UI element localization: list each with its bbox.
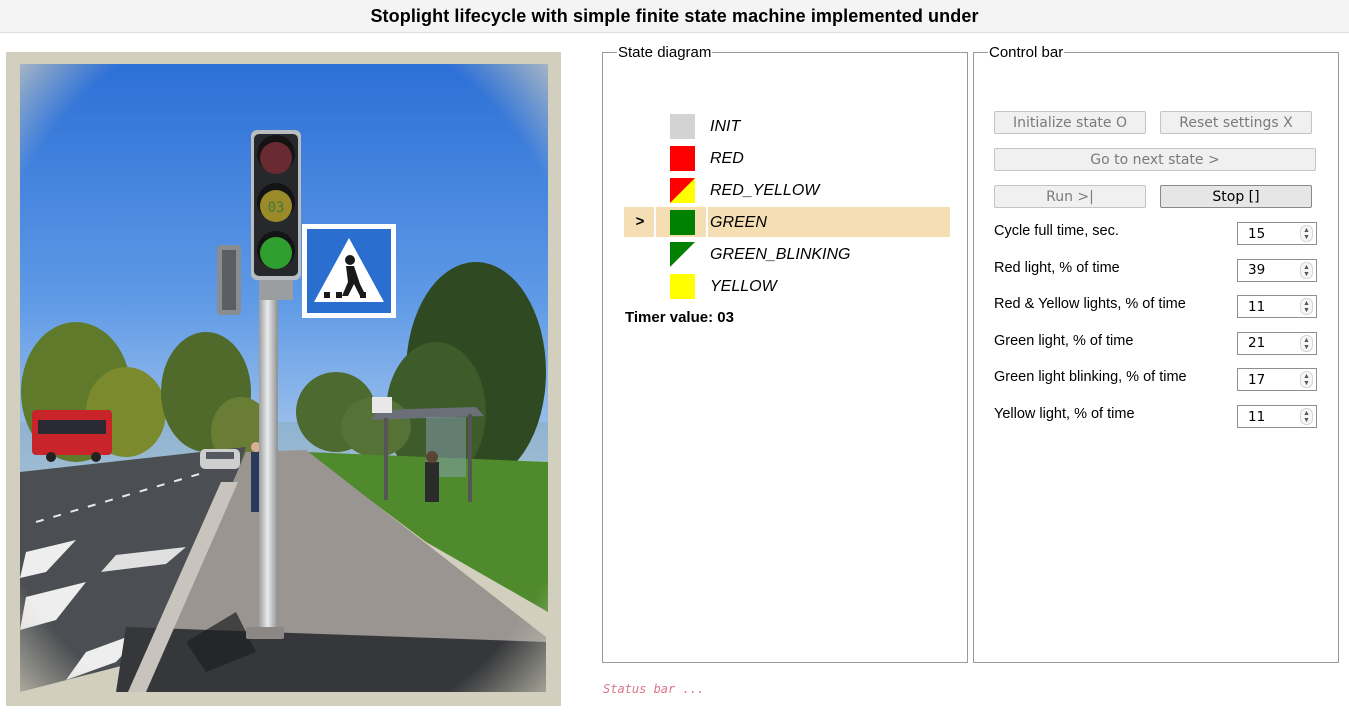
chevron-up-icon[interactable]: ▲: [1301, 227, 1312, 234]
state-name: RED: [710, 150, 744, 167]
countdown-display: 03: [268, 200, 285, 216]
spinbox-arrows[interactable]: ▲ ▼: [1300, 371, 1313, 389]
state-diagram-panel: State diagram INIT RED RED_YELLOW > GREEN GRE…: [602, 44, 968, 663]
state-row: RED_YELLOW: [624, 175, 950, 205]
spinbox-arrows[interactable]: ▲ ▼: [1300, 261, 1313, 279]
chevron-up-icon[interactable]: ▲: [1301, 264, 1312, 271]
spinbox-arrows[interactable]: ▲ ▼: [1300, 225, 1313, 242]
control-bar-panel: Control bar Initialize state O Reset set…: [973, 44, 1339, 663]
setting-spinbox[interactable]: ▲▼: [1237, 331, 1317, 355]
chevron-up-icon[interactable]: ▲: [1301, 410, 1312, 417]
setting-value-input[interactable]: [1238, 259, 1298, 281]
setting-label: Red & Yellow lights, % of time: [994, 296, 1186, 313]
current-state-pointer: [624, 239, 656, 269]
chevron-down-icon[interactable]: ▼: [1301, 271, 1312, 278]
state-name: RED_YELLOW: [710, 182, 820, 199]
chevron-up-icon[interactable]: ▲: [1301, 337, 1312, 344]
state-row: INIT: [624, 111, 950, 141]
chevron-down-icon[interactable]: ▼: [1301, 307, 1312, 314]
setting-label: Green light blinking, % of time: [994, 369, 1187, 386]
state-color-swatch: [670, 242, 695, 267]
current-state-pointer: [624, 111, 656, 141]
page-title: Stoplight lifecycle with simple finite s…: [370, 5, 979, 26]
setting-value-input[interactable]: [1238, 369, 1298, 391]
chevron-down-icon[interactable]: ▼: [1301, 380, 1312, 387]
state-color-swatch: [670, 178, 695, 203]
next-state-button[interactable]: Go to next state >: [994, 148, 1316, 171]
traffic-light-photo: 03: [6, 52, 561, 706]
state-name: GREEN_BLINKING: [710, 246, 851, 263]
state-diagram-legend: State diagram: [618, 44, 712, 61]
status-bar: Status bar ...: [603, 682, 705, 696]
spinbox-arrows[interactable]: ▲ ▼: [1300, 334, 1313, 352]
setting-value-input[interactable]: [1238, 332, 1298, 354]
timer-value: Timer value: 03: [625, 309, 734, 326]
setting-value-input[interactable]: [1238, 406, 1298, 427]
state-color-swatch: [670, 210, 695, 235]
setting-spinbox[interactable]: ▲▼: [1237, 368, 1317, 392]
spinbox-arrows[interactable]: ▲ ▼: [1300, 298, 1313, 316]
current-state-pointer: [624, 175, 656, 205]
setting-spinbox[interactable]: ▲▼: [1237, 295, 1317, 319]
state-row: RED: [624, 143, 950, 173]
spinbox-arrows[interactable]: ▲ ▼: [1300, 408, 1313, 425]
setting-value-input[interactable]: [1238, 223, 1298, 244]
control-bar-legend: Control bar: [989, 44, 1064, 61]
setting-spinbox[interactable]: ▲▼: [1237, 258, 1317, 282]
setting-label: Red light, % of time: [994, 259, 1120, 276]
state-name: GREEN: [710, 214, 767, 231]
state-color-swatch: [670, 146, 695, 171]
setting-label: Yellow light, % of time: [994, 406, 1135, 422]
state-name: YELLOW: [710, 278, 777, 295]
setting-label: Green light, % of time: [994, 332, 1134, 349]
chevron-down-icon[interactable]: ▼: [1301, 344, 1312, 351]
reset-settings-button[interactable]: Reset settings X: [1160, 111, 1312, 134]
state-row: YELLOW: [624, 271, 950, 301]
state-color-swatch: [670, 274, 695, 299]
setting-value-input[interactable]: [1238, 296, 1298, 318]
run-button[interactable]: Run >|: [994, 185, 1146, 208]
chevron-up-icon[interactable]: ▲: [1301, 373, 1312, 380]
chevron-down-icon[interactable]: ▼: [1301, 234, 1312, 241]
state-name: INIT: [710, 118, 741, 135]
current-state-pointer: >: [624, 207, 656, 237]
state-row: GREEN_BLINKING: [624, 239, 950, 269]
initialize-state-button[interactable]: Initialize state O: [994, 111, 1146, 134]
setting-spinbox[interactable]: ▲▼: [1237, 405, 1317, 428]
stop-button[interactable]: Stop []: [1160, 185, 1312, 208]
setting-label: Cycle full time, sec.: [994, 223, 1119, 239]
state-row: > GREEN: [624, 207, 950, 237]
current-state-pointer: [624, 143, 656, 173]
state-color-swatch: [670, 114, 695, 139]
chevron-up-icon[interactable]: ▲: [1301, 300, 1312, 307]
current-state-pointer: [624, 271, 656, 301]
setting-spinbox[interactable]: ▲▼: [1237, 222, 1317, 245]
chevron-down-icon[interactable]: ▼: [1301, 417, 1312, 424]
title-bar: Stoplight lifecycle with simple finite s…: [0, 0, 1349, 33]
